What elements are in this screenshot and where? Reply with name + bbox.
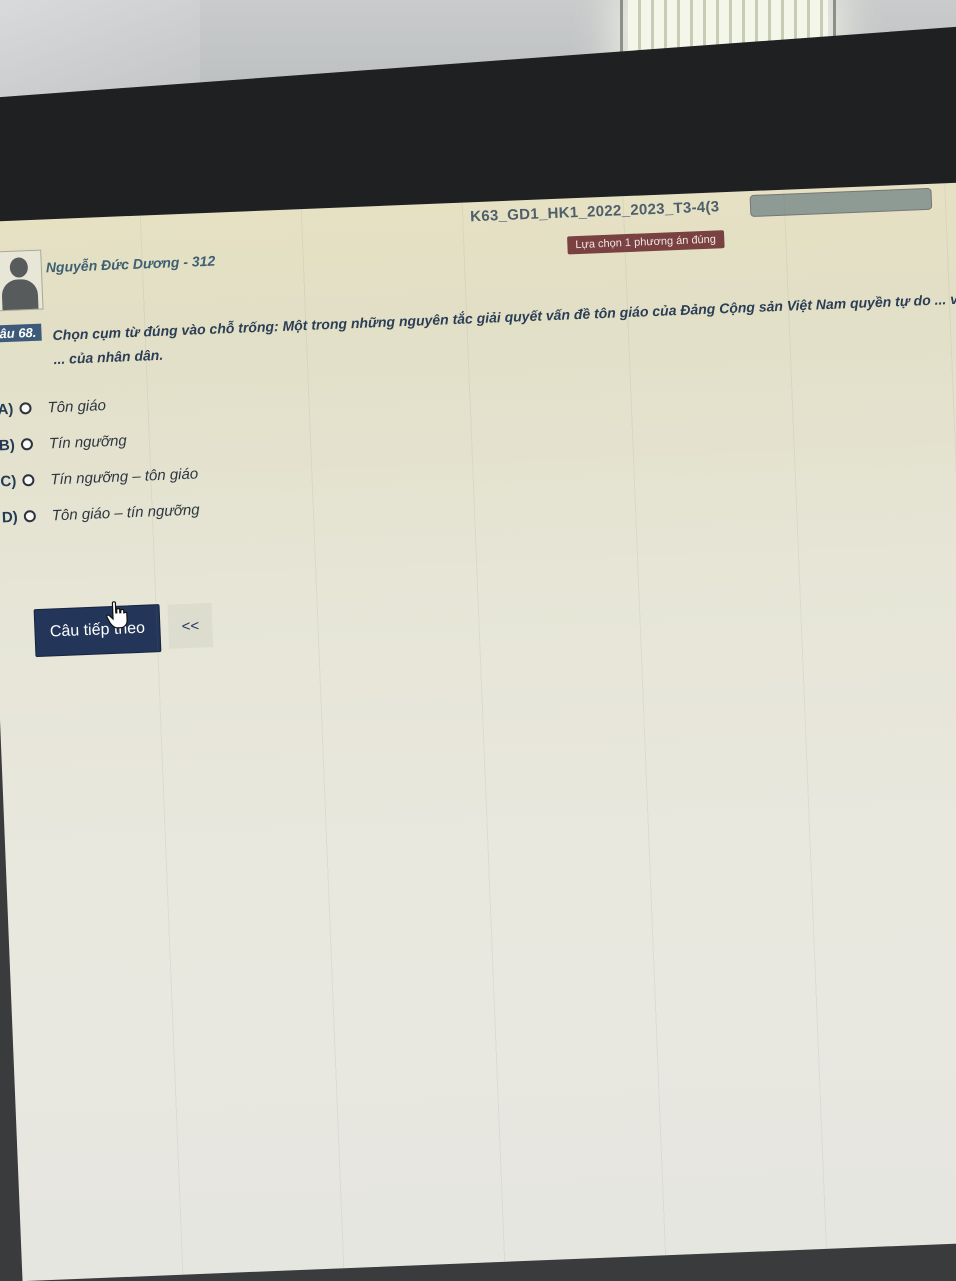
option-letter: C) [0, 472, 17, 490]
avatar [0, 249, 44, 312]
question-number: âu 68. [0, 323, 42, 343]
radio-button[interactable] [20, 438, 34, 451]
hand-cursor-icon [106, 601, 128, 629]
radio-button[interactable] [22, 474, 35, 487]
exam-title: K63_GD1_HK1_2022_2023_T3-4(3 [469, 198, 720, 226]
monitor-screen: Nguyễn Đức Dương - 312 K63_GD1_HK1_2022_… [0, 180, 956, 1281]
previous-question-button[interactable]: << [167, 603, 214, 649]
exam-info-box [749, 187, 933, 218]
option-label: Tín ngưỡng [48, 431, 128, 452]
avatar-body [1, 278, 39, 312]
option-letter: D) [1, 508, 19, 526]
hint-badge: Lựa chọn 1 phương án đúng [567, 230, 725, 255]
user-name: Nguyễn Đức Dương - 312 [45, 252, 216, 276]
radio-button[interactable] [19, 402, 32, 415]
next-question-button[interactable]: Câu tiếp theo [33, 604, 162, 658]
option-d[interactable]: D) Tôn giáo – tín ngưỡng [1, 491, 200, 535]
avatar-head [9, 257, 29, 278]
option-label: Tôn giáo – tín ngưỡng [51, 500, 200, 524]
radio-button[interactable] [23, 510, 37, 523]
answer-options: A) Tôn giáo B) Tín ngưỡng C) Tín ngưỡng … [0, 384, 200, 536]
option-label: Tín ngưỡng – tôn giáo [50, 464, 199, 488]
option-letter: A) [0, 400, 14, 418]
option-letter: B) [0, 436, 16, 454]
option-label: Tôn giáo [47, 396, 107, 416]
